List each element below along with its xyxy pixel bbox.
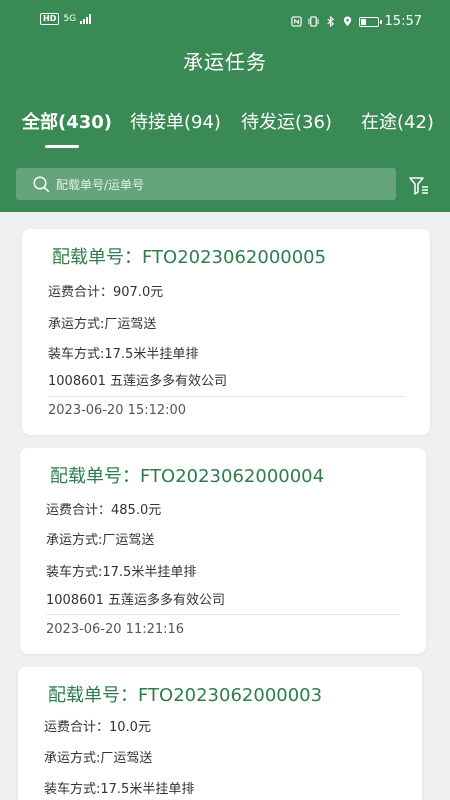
search-icon (33, 176, 50, 193)
order-card[interactable]: 配载单号：FTO2023062000004 运费合计：485.0元 承运方式:厂… (20, 448, 426, 654)
page-title: 承运任务 (183, 50, 267, 74)
network-label: 5G (63, 14, 77, 24)
order-loading-mode: 装车方式:17.5米半挂单排 (46, 565, 197, 580)
order-title: 配载单号：FTO2023062000005 (52, 247, 327, 268)
order-title: 配载单号：FTO2023062000004 (50, 466, 325, 487)
tab-indicator (45, 145, 79, 148)
status-right: 15:57 (290, 14, 422, 29)
bluetooth-icon (326, 16, 334, 27)
signal-icon (80, 14, 92, 24)
search-placeholder: 配载单号/运单号 (56, 177, 145, 192)
card-divider (48, 396, 404, 397)
order-transport-mode: 承运方式:厂运驾送 (46, 533, 155, 548)
hd-badge: HD (40, 13, 60, 25)
order-company: 1008601 五莲运多多有效公司 (48, 374, 228, 389)
filter-icon[interactable] (408, 175, 430, 197)
order-card[interactable]: 配载单号：FTO2023062000003 运费合计：10.0元 承运方式:厂运… (18, 667, 422, 800)
nfc-icon (290, 16, 302, 27)
order-card[interactable]: 配载单号：FTO2023062000005 运费合计：907.0元 承运方式:厂… (22, 229, 430, 435)
order-freight: 运费合计：10.0元 (44, 720, 151, 735)
order-loading-mode: 装车方式:17.5米半挂单排 (44, 782, 195, 797)
card-divider (46, 614, 400, 615)
order-freight: 运费合计：485.0元 (46, 503, 162, 518)
order-time: 2023-06-20 11:21:16 (46, 622, 185, 637)
order-title: 配载单号：FTO2023062000003 (48, 685, 323, 706)
status-bar: HD 5G 15:57 (0, 0, 450, 36)
order-transport-mode: 承运方式:厂运驾送 (44, 751, 153, 766)
search-input[interactable]: 配载单号/运单号 (16, 168, 396, 200)
order-time: 2023-06-20 15:12:00 (48, 403, 187, 418)
tab-in-transit[interactable]: 在途(42) (361, 108, 434, 134)
tab-pending-accept[interactable]: 待接单(94) (130, 108, 221, 134)
header: HD 5G 15:57 承运任务 全部(430) 待接单(94) 待发运(36)… (0, 0, 450, 212)
order-company: 1008601 五莲运多多有效公司 (46, 593, 226, 608)
vibrate-icon (307, 16, 319, 27)
tab-bar: 全部(430) 待接单(94) 待发运(36) 在途(42) (0, 108, 450, 148)
location-icon (343, 16, 351, 27)
tab-all[interactable]: 全部(430) (22, 108, 112, 134)
status-time: 15:57 (384, 14, 422, 29)
status-left: HD 5G (40, 13, 92, 25)
tab-pending-dispatch[interactable]: 待发运(36) (241, 108, 332, 134)
order-transport-mode: 承运方式:厂运驾送 (48, 317, 157, 332)
battery-icon (358, 16, 382, 27)
order-freight: 运费合计：907.0元 (48, 285, 164, 300)
order-loading-mode: 装车方式:17.5米半挂单排 (48, 347, 199, 362)
